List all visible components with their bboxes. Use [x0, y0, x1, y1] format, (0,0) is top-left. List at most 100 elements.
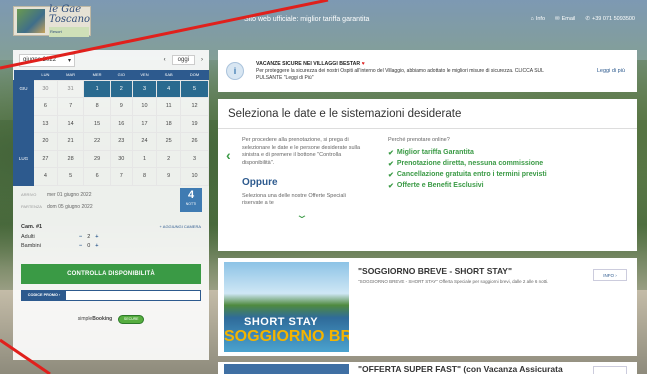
calendar-day[interactable]: 7 — [109, 167, 133, 186]
calendar-day[interactable]: 3 — [180, 149, 209, 168]
calendar-day[interactable]: 28 — [56, 149, 85, 168]
adults-minus-button[interactable]: − — [79, 234, 82, 240]
calendar-day[interactable]: 12 — [180, 97, 209, 116]
prev-month-button[interactable]: ‹ — [164, 57, 166, 63]
calendar-day[interactable]: 16 — [109, 114, 133, 133]
departure-date: dom 05 giugno 2022 — [47, 203, 93, 210]
room-label: Cam. #1 — [21, 223, 43, 230]
calendar-day-selected[interactable]: 5 — [180, 79, 209, 98]
children-plus-button[interactable]: + — [95, 243, 98, 249]
calendar-day[interactable]: 20 — [33, 132, 58, 151]
adults-plus-button[interactable]: + — [95, 234, 98, 240]
calendar-day[interactable]: 30 — [109, 149, 133, 168]
weekday-header: VEN — [132, 70, 157, 80]
simplebooking-logo: simpleBooking — [78, 316, 112, 322]
phone-link-label: +39 071 5093500 — [592, 16, 635, 22]
weekday-header: GIO — [110, 70, 133, 80]
calendar-day[interactable]: 27 — [33, 149, 58, 168]
week-label-header — [13, 70, 34, 80]
calendar-week: 6 7 8 9 10 11 12 — [13, 97, 209, 116]
phone-link[interactable]: ✆ +39 071 5093500 — [585, 16, 635, 22]
calendar-day[interactable]: 25 — [156, 132, 182, 151]
calendar-day[interactable]: 5 — [56, 167, 85, 186]
envelope-icon: ✉ — [555, 16, 560, 22]
email-link[interactable]: ✉ Email — [555, 16, 575, 22]
site-logo[interactable]: le Gae Toscano Resort — [13, 5, 91, 37]
children-label: Bambini — [21, 242, 41, 249]
benefit-label: Cancellazione gratuita entro i termini p… — [396, 171, 547, 178]
weekday-header: MER — [83, 70, 111, 80]
select-dates-body: ‹ Per procedere alla prenotazione, si pr… — [218, 129, 637, 251]
calendar-day[interactable]: 17 — [131, 114, 158, 133]
calendar-day[interactable]: 9 — [156, 167, 182, 186]
offer-info-button[interactable]: INFO › — [593, 269, 627, 281]
calendar-day[interactable]: 8 — [83, 97, 111, 116]
calendar-day-selected[interactable]: 4 — [156, 79, 182, 98]
info-banner-text: VACANZE SICURE NEI VILLAGGI BESTAR ♥ Per… — [256, 61, 556, 82]
info-link[interactable]: ⌂ Info — [531, 16, 546, 22]
children-minus-button[interactable]: − — [79, 243, 82, 249]
month-select[interactable]: giugno 2022 ▾ — [19, 53, 75, 67]
calendar-day[interactable]: 31 — [56, 79, 85, 98]
add-room-button[interactable]: + AGGIUNGI CAMERA — [160, 224, 201, 230]
today-button[interactable]: oggi — [171, 55, 195, 65]
calendar-day[interactable]: 18 — [156, 114, 182, 133]
calendar-day[interactable]: 15 — [83, 114, 111, 133]
promo-code-input[interactable] — [66, 291, 200, 300]
calendar-day[interactable]: 24 — [131, 132, 158, 151]
arrival-date: mer 01 giugno 2022 — [47, 191, 92, 198]
calendar-day[interactable]: 9 — [109, 97, 133, 116]
chevron-down-icon: ▾ — [67, 57, 71, 64]
calendar-day[interactable]: 23 — [109, 132, 133, 151]
promo-code-field: CODICE PROMO › — [21, 289, 201, 301]
room-header: Cam. #1 + AGGIUNGI CAMERA — [21, 224, 201, 230]
weekday-header: DOM — [180, 70, 209, 80]
calendar-day[interactable]: 7 — [56, 97, 85, 116]
chevron-left-icon: ‹ — [226, 147, 231, 163]
calendar-day[interactable]: 4 — [33, 167, 58, 186]
offer-info-button[interactable] — [593, 366, 627, 374]
week-month-label — [13, 167, 34, 186]
calendar-day[interactable]: 10 — [131, 97, 158, 116]
next-month-button[interactable]: › — [201, 57, 203, 63]
calendar-day[interactable]: 6 — [83, 167, 111, 186]
oppure-heading: Oppure — [242, 177, 278, 188]
calendar-day[interactable]: 11 — [156, 97, 182, 116]
calendar-day[interactable]: 1 — [131, 149, 158, 168]
calendar-day[interactable]: 2 — [156, 149, 182, 168]
info-banner: i VACANZE SICURE NEI VILLAGGI BESTAR ♥ P… — [218, 50, 637, 92]
offer-image[interactable]: SHORT STAY SOGGIORNO BREVE — [224, 262, 349, 352]
check-availability-button[interactable]: CONTROLLA DISPONIBILITÀ — [21, 263, 201, 284]
calendar-day[interactable]: 13 — [33, 114, 58, 133]
calendar-day[interactable]: 14 — [56, 114, 85, 133]
calendar-day[interactable]: 26 — [180, 132, 209, 151]
read-more-link[interactable]: Leggi di più — [597, 68, 625, 74]
info-banner-body: Per proteggere la sicurezza dei nostri O… — [256, 67, 544, 81]
top-bar: le Gae Toscano Resort Sito web ufficiale… — [0, 0, 647, 40]
children-stepper: − 0 + — [79, 243, 99, 249]
offer-title[interactable]: "OFFERTA SUPER FAST" (con Vacanza Assicu… — [358, 364, 563, 374]
instructions-text: Per procedere alla prenotazione, si preg… — [242, 137, 361, 166]
info-banner-title: VACANZE SICURE NEI VILLAGGI BESTAR ♥ — [256, 61, 556, 68]
promo-code-label-text: CODICE PROMO — [27, 293, 58, 297]
calendar-day[interactable]: 29 — [83, 149, 111, 168]
calendar-day-selected[interactable]: 1 — [83, 79, 111, 98]
adults-label: Adulti — [21, 233, 35, 240]
offer-card[interactable]: "OFFERTA SUPER FAST" (con Vacanza Assicu… — [218, 362, 637, 374]
benefit-item: ✔ Cancellazione gratuita entro i termini … — [388, 171, 628, 179]
calendar-day[interactable]: 8 — [131, 167, 158, 186]
calendar-day-selected[interactable]: 3 — [131, 79, 158, 98]
offer-title[interactable]: "SOGGIORNO BREVE - SHORT STAY" — [358, 266, 512, 276]
nights-label: NOTTI — [185, 201, 197, 206]
offer-image[interactable] — [224, 364, 349, 374]
calendar-day[interactable]: 22 — [83, 132, 111, 151]
calendar-day[interactable]: 6 — [33, 97, 58, 116]
calendar-day-selected[interactable]: 2 — [109, 79, 133, 98]
calendar-day[interactable]: 19 — [180, 114, 209, 133]
calendar-day[interactable]: 30 — [33, 79, 58, 98]
benefit-item: ✔ Offerte e Benefit Esclusivi — [388, 182, 628, 190]
offer-card[interactable]: SHORT STAY SOGGIORNO BREVE "SOGGIORNO BR… — [218, 258, 637, 356]
calendar-day[interactable]: 10 — [180, 167, 209, 186]
simplebooking-logo-simple: simple — [77, 316, 93, 322]
calendar-day[interactable]: 21 — [56, 132, 85, 151]
